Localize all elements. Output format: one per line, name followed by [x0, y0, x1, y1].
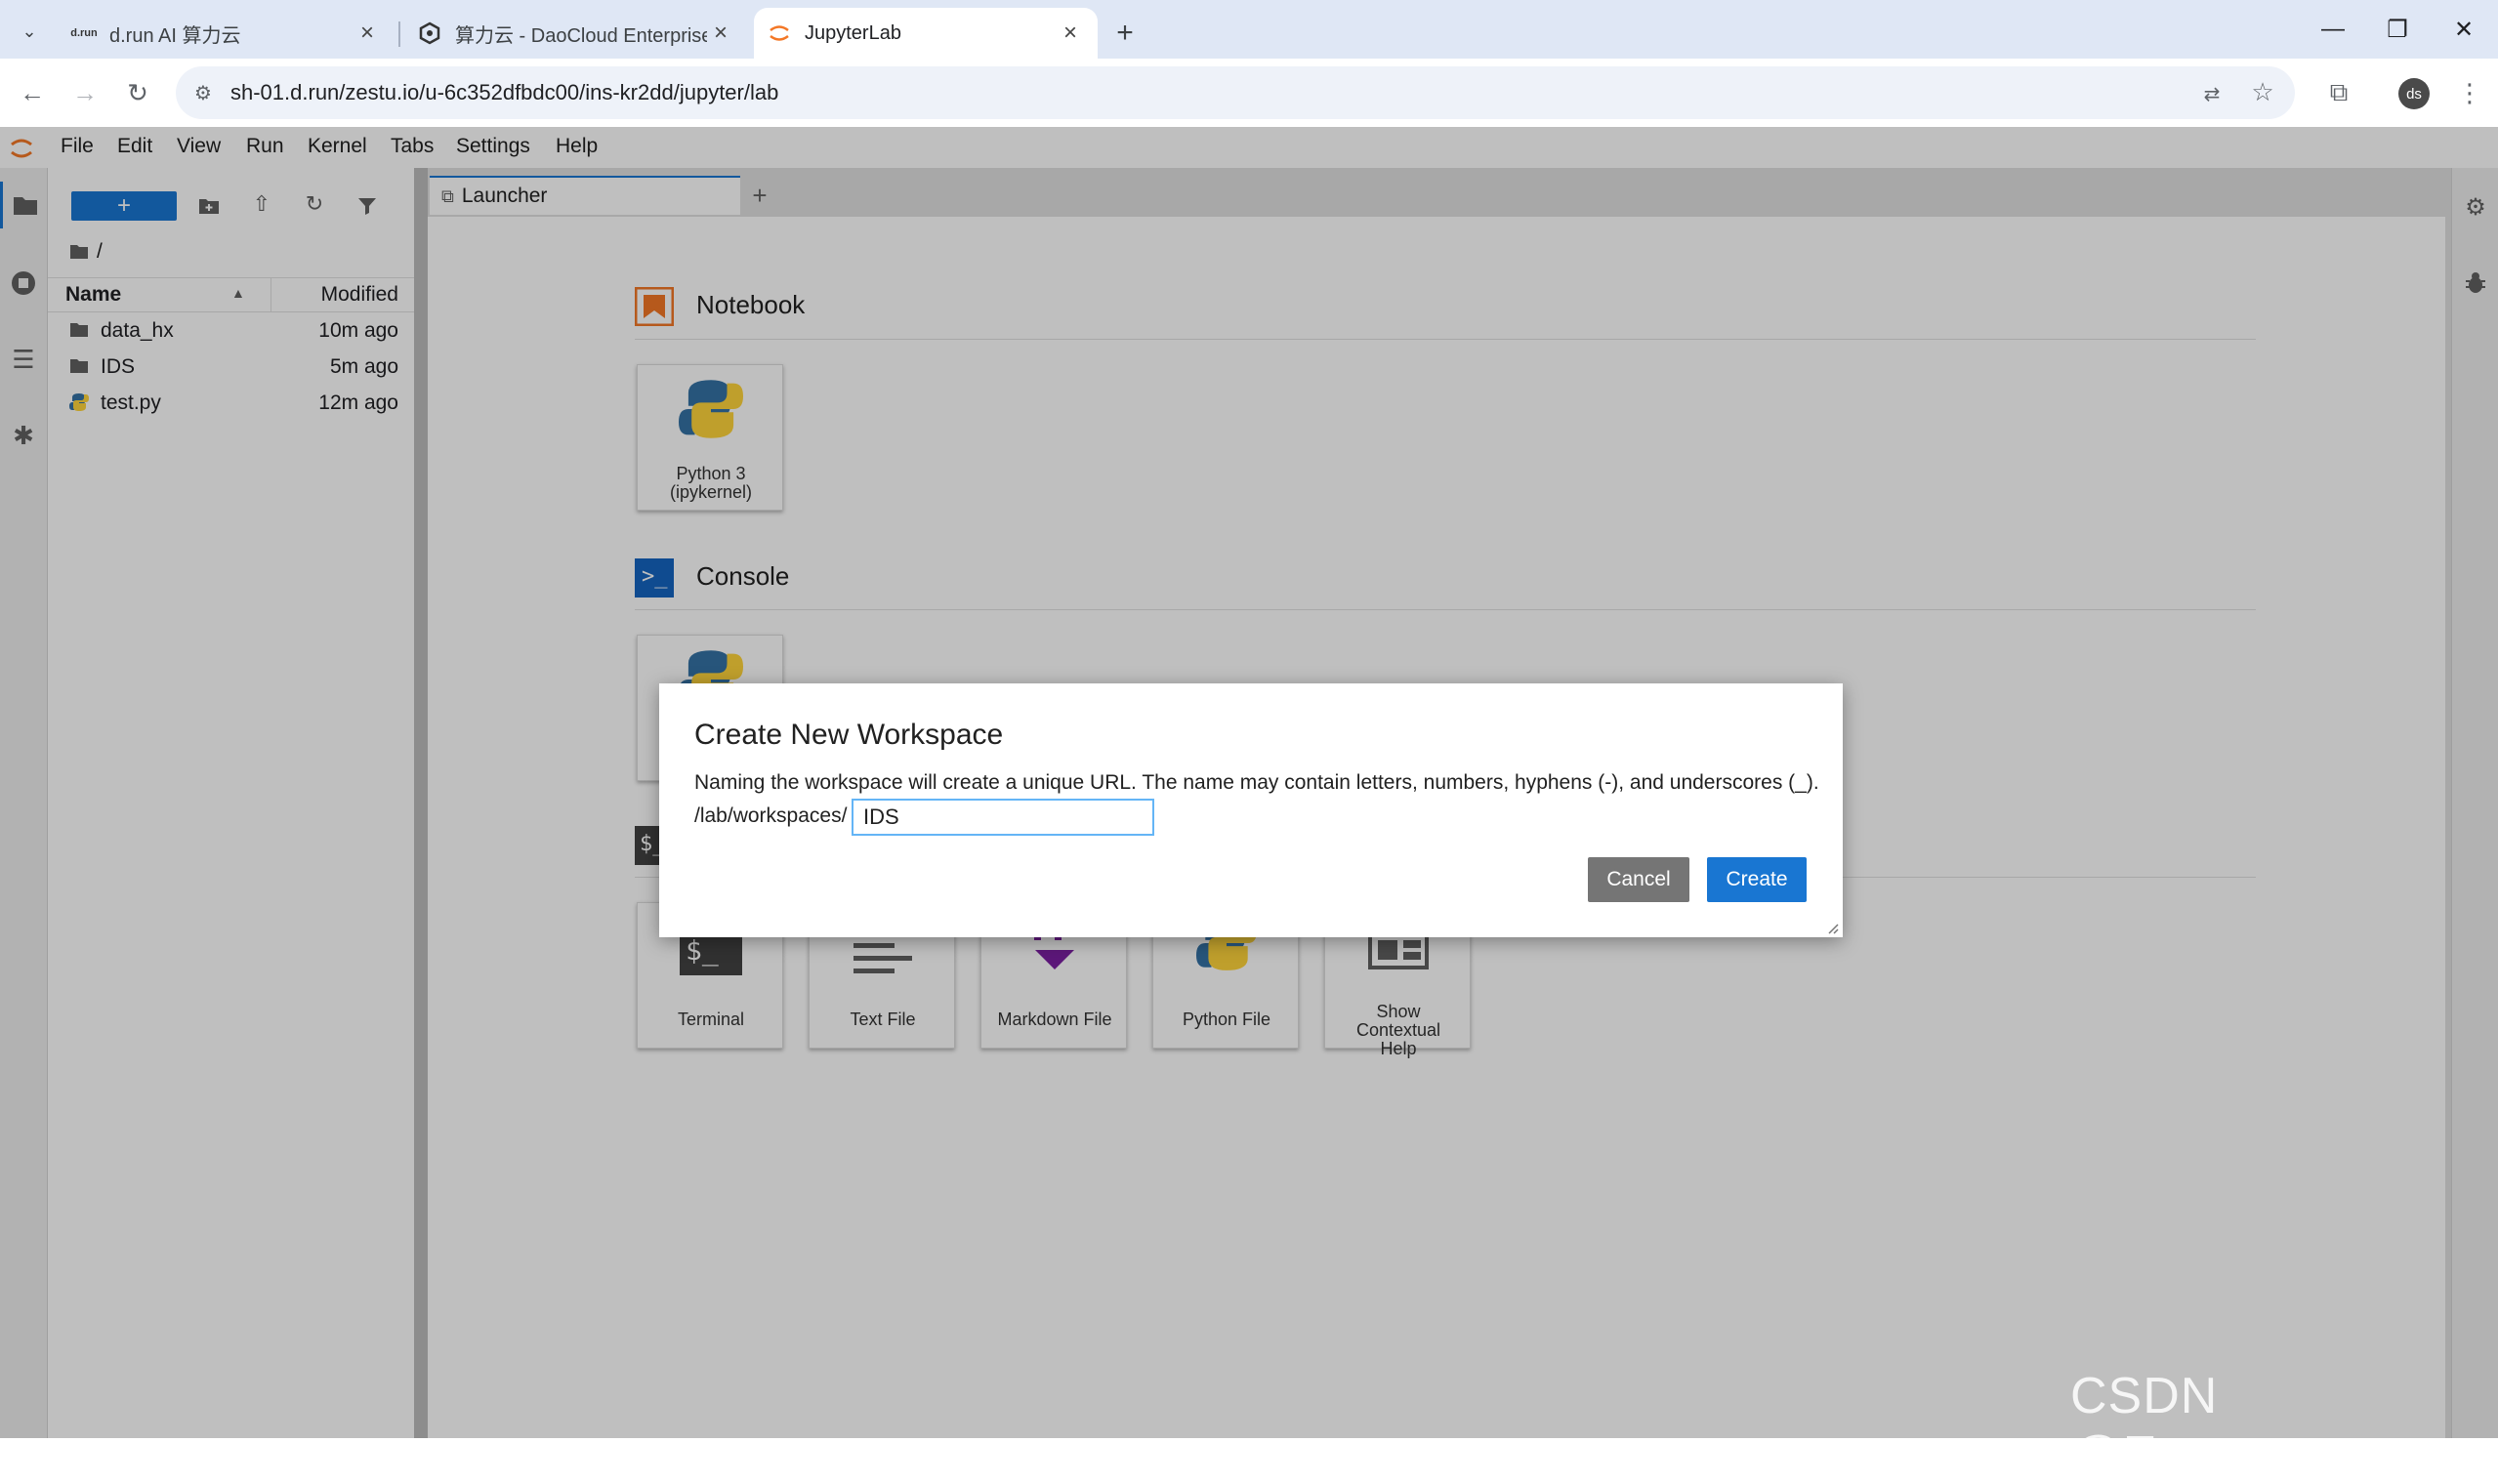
- watermark: CSDN @Eastmount: [2070, 1368, 2375, 1483]
- address-bar[interactable]: ⚙ sh-01.d.run/zestu.io/u-6c352dfbdc00/in…: [176, 66, 2295, 119]
- create-workspace-dialog: Create New Workspace Naming the workspac…: [659, 683, 1843, 937]
- profile-avatar[interactable]: ds: [2398, 78, 2430, 109]
- tab-title: 算力云 - DaoCloud Enterprise: [455, 24, 707, 47]
- browser-tab-daocloud[interactable]: 算力云 - DaoCloud Enterprise ×: [404, 8, 748, 59]
- dialog-title: Create New Workspace: [694, 719, 1004, 751]
- close-icon[interactable]: ×: [354, 20, 381, 47]
- tab-title: JupyterLab: [805, 21, 901, 44]
- minimize-icon[interactable]: —: [2299, 8, 2367, 51]
- cancel-button[interactable]: Cancel: [1588, 857, 1689, 902]
- browser-tab-jupyterlab[interactable]: JupyterLab ×: [754, 8, 1098, 59]
- dialog-description: Naming the workspace will create a uniqu…: [694, 771, 1819, 794]
- drun-favicon-icon: d.run: [70, 27, 98, 39]
- jupyter-favicon-icon: [768, 21, 791, 45]
- close-icon[interactable]: ×: [1057, 20, 1084, 47]
- browser-tab-drun[interactable]: d.run d.run AI 算力云 ×: [59, 8, 395, 59]
- create-button[interactable]: Create: [1707, 857, 1807, 902]
- resize-handle[interactable]: [1827, 922, 1839, 934]
- new-tab-plus-icon[interactable]: +: [1105, 14, 1145, 53]
- extensions-icon[interactable]: ⧉: [2318, 72, 2359, 113]
- tab-search-icon[interactable]: ⌄: [14, 16, 45, 47]
- daocloud-favicon-icon: [418, 21, 441, 45]
- workspace-url-prefix: /lab/workspaces/: [694, 804, 848, 827]
- workspace-name-input[interactable]: [852, 799, 1154, 836]
- reload-icon[interactable]: ↻: [117, 72, 158, 113]
- forward-arrow-icon[interactable]: →: [64, 72, 105, 113]
- site-settings-icon[interactable]: ⚙: [189, 79, 217, 106]
- back-arrow-icon[interactable]: ←: [12, 72, 53, 113]
- close-icon[interactable]: ×: [707, 20, 734, 47]
- bookmark-star-icon[interactable]: ☆: [2248, 77, 2277, 106]
- browser-toolbar: ← → ↻ ⚙ sh-01.d.run/zestu.io/u-6c352dfbd…: [0, 59, 2498, 128]
- tab-title: d.run AI 算力云: [109, 24, 241, 47]
- restore-icon[interactable]: ❐: [2363, 8, 2432, 51]
- translate-icon[interactable]: ⇄: [2197, 79, 2227, 108]
- url-text[interactable]: sh-01.d.run/zestu.io/u-6c352dfbdc00/ins-…: [230, 80, 778, 105]
- window-close-icon[interactable]: ✕: [2430, 8, 2498, 51]
- tab-divider: [398, 21, 400, 47]
- browser-tab-strip: ⌄ d.run d.run AI 算力云 × 算力云 - DaoCloud En…: [0, 0, 2498, 59]
- browser-menu-icon[interactable]: ⋮: [2449, 72, 2490, 113]
